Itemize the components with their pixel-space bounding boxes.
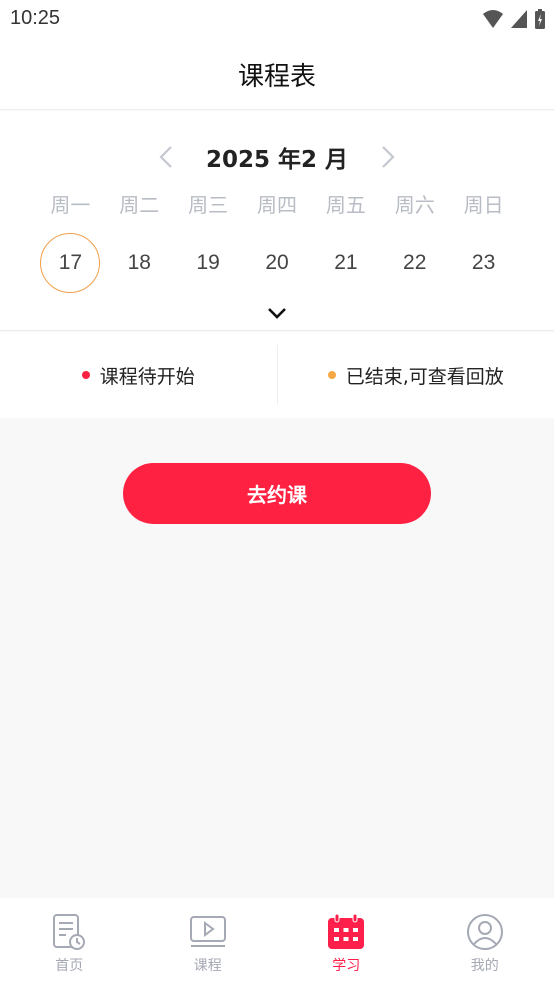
bottom-tab-bar: 首页 课程 学习 我的 (0, 898, 554, 985)
tab-profile-label: 我的 (470, 958, 499, 974)
weekday-row: 周一 周二 周三 周四 周五 周六 周日 (36, 189, 518, 218)
weekday-label: 周一 (50, 193, 91, 217)
weekday-label: 周二 (119, 193, 160, 217)
week-calendar: 2025 年2 月 周一 周二 周三 周四 周五 周六 周日 17 18 19 … (0, 111, 554, 331)
date-number: 17 (40, 233, 101, 293)
chevron-left-icon (159, 146, 172, 168)
signal-icon (511, 10, 527, 28)
date-cell[interactable]: 19 (174, 233, 243, 293)
wifi-icon (483, 10, 503, 28)
weekday-label: 周五 (325, 193, 366, 217)
prev-month-button[interactable] (156, 143, 176, 171)
legend-pending: 课程待开始 (0, 362, 277, 389)
tab-courses-label: 课程 (193, 958, 222, 974)
chevron-down-icon (268, 308, 286, 319)
battery-icon (535, 9, 545, 29)
date-number: 19 (196, 251, 220, 274)
ended-dot (327, 371, 336, 379)
expand-calendar-button[interactable] (262, 301, 292, 325)
tab-courses[interactable]: 课程 (139, 898, 278, 985)
chevron-right-icon (382, 146, 395, 168)
date-row: 17 18 19 20 21 22 23 (36, 233, 518, 293)
status-legend: 课程待开始 已结束,可查看回放 (0, 332, 554, 418)
course-icon (188, 912, 228, 952)
date-number: 23 (471, 251, 496, 274)
date-cell-selected[interactable]: 17 (36, 233, 105, 293)
home-icon (49, 912, 89, 952)
date-cell[interactable]: 23 (449, 233, 518, 293)
weekday-label: 周三 (188, 193, 229, 217)
calendar-icon (326, 912, 366, 952)
tab-home-label: 首页 (55, 958, 84, 974)
page-title: 课程表 (237, 62, 316, 92)
date-number: 21 (334, 251, 358, 274)
month-navigator: 2025 年2 月 (0, 139, 554, 175)
weekday-label: 周四 (257, 193, 297, 217)
legend-ended: 已结束,可查看回放 (278, 362, 554, 389)
date-cell[interactable]: 22 (380, 233, 449, 293)
date-cell[interactable]: 20 (243, 233, 312, 293)
tab-profile[interactable]: 我的 (416, 898, 554, 985)
legend-pending-label: 课程待开始 (99, 365, 195, 388)
tab-study[interactable]: 学习 (277, 898, 416, 985)
status-icons (482, 8, 546, 30)
date-number: 18 (127, 251, 151, 274)
pending-dot (81, 371, 90, 379)
tab-study-label: 学习 (332, 958, 361, 974)
legend-ended-label: 已结束,可查看回放 (345, 365, 504, 388)
title-bar: 课程表 (0, 40, 554, 110)
date-cell[interactable]: 18 (105, 233, 174, 293)
date-cell[interactable]: 21 (311, 233, 380, 293)
tab-home[interactable]: 首页 (0, 898, 139, 985)
date-number: 20 (265, 251, 289, 274)
weekday-label: 周日 (463, 193, 504, 217)
profile-icon (465, 912, 505, 952)
month-label: 2025 年2 月 (205, 147, 349, 173)
weekday-label: 周六 (394, 193, 435, 217)
date-number: 22 (403, 251, 427, 274)
book-class-button[interactable]: 去约课 (123, 463, 431, 524)
next-month-button[interactable] (378, 143, 398, 171)
status-time: 10:25 (10, 7, 61, 29)
status-bar: 10:25 (0, 0, 554, 40)
